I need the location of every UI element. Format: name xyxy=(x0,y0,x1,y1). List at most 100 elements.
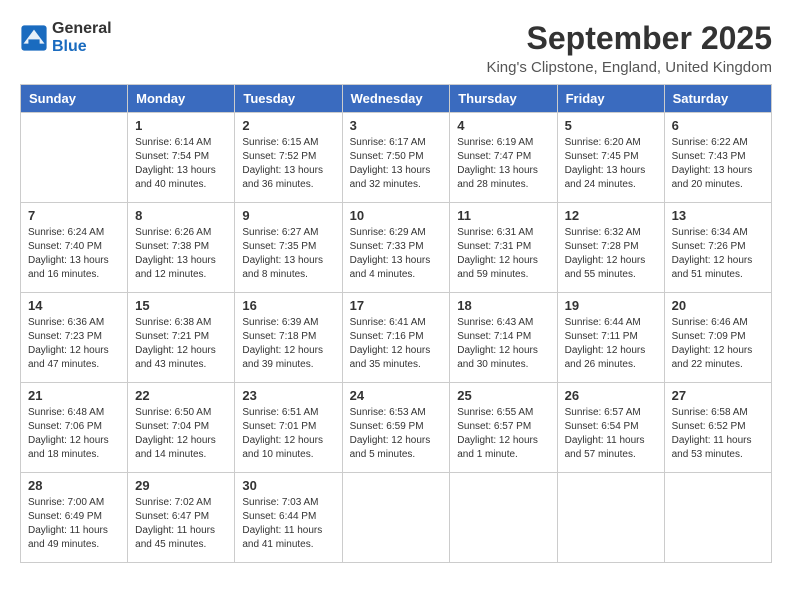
day-info: Sunrise: 6:51 AM Sunset: 7:01 PM Dayligh… xyxy=(242,406,334,462)
day-number: 7 xyxy=(28,208,120,223)
day-number: 24 xyxy=(350,388,443,403)
day-info: Sunrise: 6:55 AM Sunset: 6:57 PM Dayligh… xyxy=(457,406,549,462)
day-info: Sunrise: 6:31 AM Sunset: 7:31 PM Dayligh… xyxy=(457,226,549,282)
weekday-header: Wednesday xyxy=(342,85,450,113)
day-number: 21 xyxy=(28,388,120,403)
calendar-cell xyxy=(342,473,450,563)
calendar-cell xyxy=(450,473,557,563)
weekday-header: Tuesday xyxy=(235,85,342,113)
day-info: Sunrise: 6:34 AM Sunset: 7:26 PM Dayligh… xyxy=(672,226,764,282)
day-info: Sunrise: 6:36 AM Sunset: 7:23 PM Dayligh… xyxy=(28,316,120,372)
week-row: 14 Sunrise: 6:36 AM Sunset: 7:23 PM Dayli… xyxy=(21,293,772,383)
calendar-table: SundayMondayTuesdayWednesdayThursdayFrid… xyxy=(20,84,772,563)
day-number: 17 xyxy=(350,298,443,313)
calendar-cell: 20Sunrise: 6:46 AM Sunset: 7:09 PM Dayli… xyxy=(664,293,771,383)
day-number: 5 xyxy=(565,118,657,133)
logo-text-line2: Blue xyxy=(52,38,112,56)
calendar-cell: 10 Sunrise: 6:29 AM Sunset: 7:33 PM Dayli… xyxy=(342,203,450,293)
calendar-cell: 5 Sunrise: 6:20 AM Sunset: 7:45 PM Daylig… xyxy=(557,113,664,203)
day-number: 16 xyxy=(242,298,334,313)
weekday-header: Friday xyxy=(557,85,664,113)
calendar-cell: 1 Sunrise: 6:14 AM Sunset: 7:54 PM Daylig… xyxy=(128,113,235,203)
day-number: 13 xyxy=(672,208,764,223)
calendar-cell xyxy=(557,473,664,563)
calendar-cell: 18 Sunrise: 6:43 AM Sunset: 7:14 PM Dayli… xyxy=(450,293,557,383)
calendar-cell: 26 Sunrise: 6:57 AM Sunset: 6:54 PM Dayli… xyxy=(557,383,664,473)
calendar-cell: 11 Sunrise: 6:31 AM Sunset: 7:31 PM Dayli… xyxy=(450,203,557,293)
calendar-cell: 3Sunrise: 6:17 AM Sunset: 7:50 PM Daylig… xyxy=(342,113,450,203)
day-number: 9 xyxy=(242,208,334,223)
calendar-cell xyxy=(21,113,128,203)
calendar-cell: 30 Sunrise: 7:03 AM Sunset: 6:44 PM Dayli… xyxy=(235,473,342,563)
calendar-cell: 19Sunrise: 6:44 AM Sunset: 7:11 PM Dayli… xyxy=(557,293,664,383)
day-info: Sunrise: 6:48 AM Sunset: 7:06 PM Dayligh… xyxy=(28,406,120,462)
calendar-cell: 25 Sunrise: 6:55 AM Sunset: 6:57 PM Dayli… xyxy=(450,383,557,473)
calendar-cell: 28 Sunrise: 7:00 AM Sunset: 6:49 PM Dayli… xyxy=(21,473,128,563)
day-number: 11 xyxy=(457,208,549,223)
day-number: 30 xyxy=(242,478,334,493)
calendar-cell: 7 Sunrise: 6:24 AM Sunset: 7:40 PM Daylig… xyxy=(21,203,128,293)
calendar-cell: 23Sunrise: 6:51 AM Sunset: 7:01 PM Dayli… xyxy=(235,383,342,473)
day-number: 3 xyxy=(350,118,443,133)
day-info: Sunrise: 6:20 AM Sunset: 7:45 PM Dayligh… xyxy=(565,136,657,192)
location-title: King's Clipstone, England, United Kingdo… xyxy=(486,59,772,76)
day-info: Sunrise: 6:53 AM Sunset: 6:59 PM Dayligh… xyxy=(350,406,443,462)
weekday-header: Sunday xyxy=(21,85,128,113)
weekday-header: Monday xyxy=(128,85,235,113)
day-number: 10 xyxy=(350,208,443,223)
day-info: Sunrise: 7:00 AM Sunset: 6:49 PM Dayligh… xyxy=(28,496,120,552)
calendar-cell: 22 Sunrise: 6:50 AM Sunset: 7:04 PM Dayli… xyxy=(128,383,235,473)
day-number: 20 xyxy=(672,298,764,313)
day-number: 28 xyxy=(28,478,120,493)
day-number: 22 xyxy=(135,388,227,403)
calendar-cell: 4 Sunrise: 6:19 AM Sunset: 7:47 PM Daylig… xyxy=(450,113,557,203)
logo-text-line1: General xyxy=(52,20,112,38)
calendar-cell: 17Sunrise: 6:41 AM Sunset: 7:16 PM Dayli… xyxy=(342,293,450,383)
week-row: 1 Sunrise: 6:14 AM Sunset: 7:54 PM Daylig… xyxy=(21,113,772,203)
weekday-header-row: SundayMondayTuesdayWednesdayThursdayFrid… xyxy=(21,85,772,113)
day-info: Sunrise: 6:44 AM Sunset: 7:11 PM Dayligh… xyxy=(565,316,657,372)
day-info: Sunrise: 6:29 AM Sunset: 7:33 PM Dayligh… xyxy=(350,226,443,282)
day-number: 12 xyxy=(565,208,657,223)
title-area: September 2025 King's Clipstone, England… xyxy=(486,20,772,76)
day-info: Sunrise: 6:24 AM Sunset: 7:40 PM Dayligh… xyxy=(28,226,120,282)
calendar-cell: 13 Sunrise: 6:34 AM Sunset: 7:26 PM Dayli… xyxy=(664,203,771,293)
day-info: Sunrise: 6:22 AM Sunset: 7:43 PM Dayligh… xyxy=(672,136,764,192)
month-title: September 2025 xyxy=(486,20,772,57)
day-number: 8 xyxy=(135,208,227,223)
day-info: Sunrise: 6:43 AM Sunset: 7:14 PM Dayligh… xyxy=(457,316,549,372)
calendar-cell: 6Sunrise: 6:22 AM Sunset: 7:43 PM Daylig… xyxy=(664,113,771,203)
day-number: 29 xyxy=(135,478,227,493)
day-number: 1 xyxy=(135,118,227,133)
day-info: Sunrise: 6:14 AM Sunset: 7:54 PM Dayligh… xyxy=(135,136,227,192)
calendar-cell: 21 Sunrise: 6:48 AM Sunset: 7:06 PM Dayli… xyxy=(21,383,128,473)
calendar-cell: 15 Sunrise: 6:38 AM Sunset: 7:21 PM Dayli… xyxy=(128,293,235,383)
day-number: 26 xyxy=(565,388,657,403)
calendar-cell: 8Sunrise: 6:26 AM Sunset: 7:38 PM Daylig… xyxy=(128,203,235,293)
weekday-header: Saturday xyxy=(664,85,771,113)
day-info: Sunrise: 7:03 AM Sunset: 6:44 PM Dayligh… xyxy=(242,496,334,552)
weekday-header: Thursday xyxy=(450,85,557,113)
day-info: Sunrise: 6:50 AM Sunset: 7:04 PM Dayligh… xyxy=(135,406,227,462)
day-number: 4 xyxy=(457,118,549,133)
day-info: Sunrise: 6:38 AM Sunset: 7:21 PM Dayligh… xyxy=(135,316,227,372)
day-number: 15 xyxy=(135,298,227,313)
day-number: 14 xyxy=(28,298,120,313)
day-number: 25 xyxy=(457,388,549,403)
day-info: Sunrise: 6:19 AM Sunset: 7:47 PM Dayligh… xyxy=(457,136,549,192)
day-info: Sunrise: 7:02 AM Sunset: 6:47 PM Dayligh… xyxy=(135,496,227,552)
day-info: Sunrise: 6:57 AM Sunset: 6:54 PM Dayligh… xyxy=(565,406,657,462)
header: General Blue September 2025 King's Clips… xyxy=(20,20,772,76)
day-number: 2 xyxy=(242,118,334,133)
day-info: Sunrise: 6:58 AM Sunset: 6:52 PM Dayligh… xyxy=(672,406,764,462)
calendar-cell: 14 Sunrise: 6:36 AM Sunset: 7:23 PM Dayli… xyxy=(21,293,128,383)
week-row: 7 Sunrise: 6:24 AM Sunset: 7:40 PM Daylig… xyxy=(21,203,772,293)
week-row: 28 Sunrise: 7:00 AM Sunset: 6:49 PM Dayli… xyxy=(21,473,772,563)
calendar-cell: 16Sunrise: 6:39 AM Sunset: 7:18 PM Dayli… xyxy=(235,293,342,383)
day-info: Sunrise: 6:32 AM Sunset: 7:28 PM Dayligh… xyxy=(565,226,657,282)
calendar-cell: 9Sunrise: 6:27 AM Sunset: 7:35 PM Daylig… xyxy=(235,203,342,293)
week-row: 21 Sunrise: 6:48 AM Sunset: 7:06 PM Dayli… xyxy=(21,383,772,473)
calendar-cell: 12 Sunrise: 6:32 AM Sunset: 7:28 PM Dayli… xyxy=(557,203,664,293)
calendar-cell xyxy=(664,473,771,563)
day-number: 18 xyxy=(457,298,549,313)
